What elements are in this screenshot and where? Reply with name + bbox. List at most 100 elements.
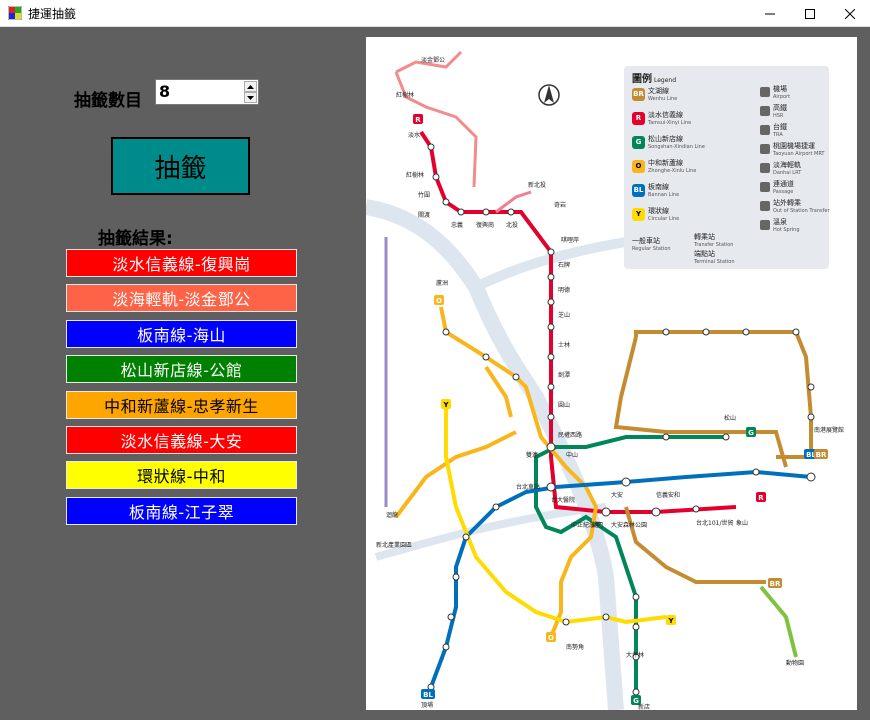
line-name: 淡水信義線 <box>648 111 683 119</box>
minimize-icon <box>765 13 775 14</box>
line-code-badge: BL <box>632 183 645 197</box>
result-item: 環狀線-中和 <box>66 461 297 489</box>
count-stepper[interactable]: 8 <box>155 79 259 105</box>
station-label: 芝山 <box>558 311 570 319</box>
facility-name: 溫泉 <box>773 218 787 226</box>
station-label: 中山 <box>566 451 578 459</box>
svg-text:O: O <box>548 634 554 642</box>
line-code-badge: G <box>632 135 645 149</box>
stepper-down-button[interactable] <box>244 92 257 103</box>
station-label: 蘆洲 <box>436 279 448 287</box>
facility-name: 站外轉乘 <box>773 199 801 207</box>
station-label: 松山 <box>724 414 736 422</box>
station-label: 頂埔 <box>421 701 433 709</box>
station-label: 奇岩 <box>554 201 566 209</box>
count-label: 抽籤數目 <box>74 91 142 111</box>
station-label: 雙連 <box>526 451 538 459</box>
facility-name-en: Airport <box>773 94 791 100</box>
svg-text:BR: BR <box>770 580 781 588</box>
map-legend: 圖例 Legend BR 文湖線 Wenhu Line R 淡水信義線 Tamsui-Xin… <box>624 66 830 269</box>
station-label: 象山 <box>736 519 748 527</box>
legend-facility-item: 機場 Airport <box>760 84 790 100</box>
station-label: 迴龍 <box>386 511 398 519</box>
line-name-en: Circular Line <box>648 216 680 222</box>
facility-name: 台鐵 <box>773 123 787 131</box>
facility-name-en: HSR <box>773 113 784 119</box>
maximize-button[interactable] <box>790 0 830 27</box>
chevron-up-icon <box>247 84 254 89</box>
station-label: 唭哩岸 <box>561 236 579 244</box>
facility-name: 桃園機場捷運 <box>773 142 815 150</box>
station-label: 士林 <box>558 341 570 349</box>
window-title: 捷運抽籤 <box>28 7 77 21</box>
station-type-name-en: Transfer Station <box>694 242 734 248</box>
station-type-name-en: Terminal Station <box>694 259 735 265</box>
svg-text:Y: Y <box>442 401 449 409</box>
result-item: 松山新店線-公館 <box>66 355 297 383</box>
close-button[interactable] <box>830 0 870 27</box>
station-label: 復興崗 <box>476 221 494 229</box>
station-label: 明德 <box>558 286 570 294</box>
result-label: 抽籤結果: <box>98 229 173 249</box>
legend-facility-item: 台鐵 TRA <box>760 122 787 138</box>
result-item: 板南線-海山 <box>66 320 297 348</box>
station-label: 紅樹林 <box>396 91 414 99</box>
legend-line-item: G 松山新店線 Songshan-Xindian Line <box>632 134 705 150</box>
station-label: 竹圍 <box>418 191 430 199</box>
station-label: 新北投 <box>528 181 546 189</box>
station-label: 新北產業園區 <box>376 541 412 549</box>
station-type-name: 端點站 <box>694 250 715 258</box>
draw-button[interactable]: 抽籤 <box>111 137 250 195</box>
count-value[interactable]: 8 <box>159 82 170 101</box>
line-name: 板南線 <box>648 183 669 191</box>
legend-line-item: BR 文湖線 Wenhu Line <box>632 86 677 102</box>
legend-station-type: 轉乘站 Transfer Station <box>694 232 733 248</box>
facility-name: 機場 <box>773 85 787 93</box>
close-icon <box>845 8 855 19</box>
maximize-icon <box>805 8 815 19</box>
facility-name-en: Out of Station Transfer <box>773 208 830 214</box>
line-code-badge: R <box>632 111 645 125</box>
lrt-icon <box>760 163 770 173</box>
line-code-badge: O <box>632 159 645 173</box>
station-label: 台大醫院 <box>551 496 575 504</box>
tra-icon <box>760 125 770 135</box>
facility-name-en: Danhai LRT <box>773 170 802 176</box>
station-type-name: 轉乘站 <box>694 233 715 241</box>
legend-facility-item: 桃園機場捷運 Taoyuan Airport MRT <box>760 141 824 157</box>
svg-text:BR: BR <box>816 451 827 459</box>
line-code-badge: BR <box>632 87 645 101</box>
chevron-down-icon <box>247 95 254 100</box>
hot-spring-icon <box>760 220 770 230</box>
legend-facility-item: 站外轉乘 Out of Station Transfer <box>760 198 830 214</box>
title-bar: 捷運抽籤 <box>0 0 870 27</box>
line-name-en: Songshan-Xindian Line <box>648 144 705 150</box>
line-code-badge: Y <box>632 207 645 221</box>
facility-name-en: Passage <box>773 189 794 195</box>
result-item: 淡水信義線-大安 <box>66 426 297 454</box>
station-label: 圓山 <box>558 401 570 409</box>
line-name: 中和新蘆線 <box>648 159 683 167</box>
minimize-button[interactable] <box>750 0 790 27</box>
facility-name: 淡海輕軌 <box>773 161 801 169</box>
station-label: 南勢角 <box>566 643 584 651</box>
airport-mrt-icon <box>760 144 770 154</box>
station-label: 石牌 <box>558 261 570 269</box>
station-label: 大坪林 <box>626 651 644 659</box>
station-label: 南港展覽館 <box>814 426 844 434</box>
station-label: 民權西路 <box>558 431 582 439</box>
legend-title: 圖例 Legend <box>632 74 677 85</box>
legend-facility-item: 淡海輕軌 Danhai LRT <box>760 160 801 176</box>
stepper-up-button[interactable] <box>244 81 257 92</box>
transfer-out-icon <box>760 201 770 211</box>
legend-station-type: 端點站 Terminal Station <box>694 249 735 265</box>
station-label: 台北車站 <box>516 483 540 491</box>
airport-icon <box>760 87 770 97</box>
station-label: 關渡 <box>418 211 430 219</box>
line-name-en: Zhonghe-Xinlu Line <box>648 168 697 174</box>
legend-station-type: 一般車站 Regular Station <box>632 236 671 252</box>
station-label: 劍潭 <box>558 371 570 379</box>
station-label: 忠義 <box>451 221 463 229</box>
passage-icon <box>760 182 770 192</box>
line-name-en: Wenhu Line <box>648 96 678 102</box>
